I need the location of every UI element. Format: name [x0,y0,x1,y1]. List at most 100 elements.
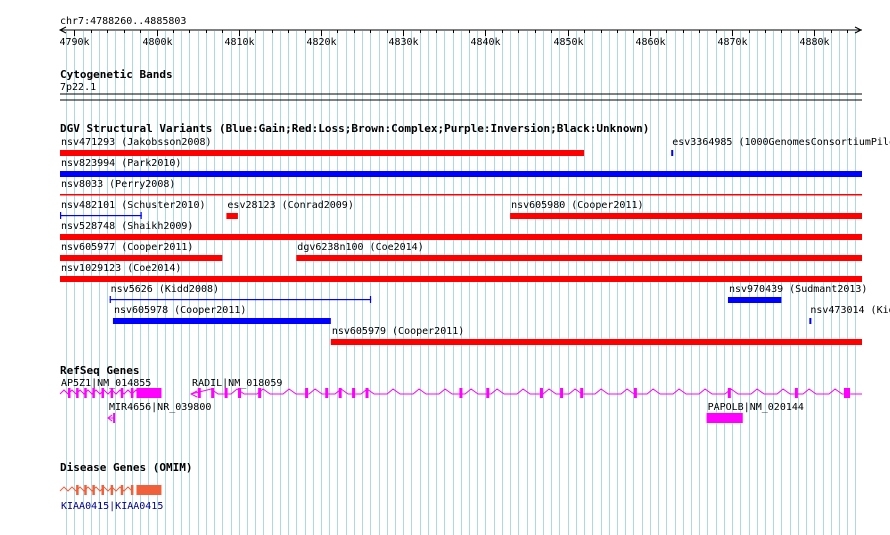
ruler-tick-label: 4800k [142,37,172,48]
dgv-feature-line [60,215,142,217]
dgv-feature-label: nsv8033 (Perry2008) [61,179,175,190]
omim-exon [136,485,162,495]
refseq-exon [211,388,215,398]
dgv-feature-tick [809,318,812,324]
coordinate-ruler: chr7:4788260..4885803 4790k 4800k 4810k 482… [58,16,863,48]
dgv-feature-label: nsv605979 (Cooper2011) [332,326,464,337]
omim-exon [120,485,124,495]
ruler-tick-label: 4850k [553,37,583,48]
dgv-feature-bar [510,213,862,219]
dgv-feature-label: esv3364985 (1000GenomesConsortiumPilot) [672,137,890,148]
omim-genes: KIAA0415|KIAA0415 [59,485,163,512]
dgv-feature-bar [60,150,585,156]
refseq-exon [794,388,798,398]
dgv-feature-bar [226,213,238,219]
dgv-feature-end-tick [109,296,111,303]
refseq-gene-label: PAPOLB|NM_020144 [708,402,804,413]
refseq-exon [238,388,242,398]
omim-exon [92,485,95,495]
omim-exon [76,485,79,495]
refseq-exon [844,388,850,398]
refseq-exon [110,388,114,398]
ruler-tick-label: 4870k [717,37,747,48]
omim-exon [110,485,114,495]
ruler-tick-label: 4880k [799,37,829,48]
refseq-exon [258,388,262,398]
refseq-exon [136,388,162,398]
refseq-exon [560,388,564,398]
omim-exon [130,485,134,495]
dgv-feature-tick [671,150,674,156]
strand-arrow-icon [189,390,198,398]
refseq-exon [113,413,116,423]
dgv-feature-bar [60,255,223,261]
refseq-exon [76,388,79,398]
ruler-tick-label: 4840k [470,37,500,48]
refseq-gene-label: RADIL|NM_018059 [192,378,282,389]
position-label: chr7:4788260..4885803 [60,16,186,27]
dgv-feature-line [60,194,862,196]
dgv-feature-end-tick [369,296,372,303]
dgv-feature-line [109,299,372,301]
omim-exon [84,485,87,495]
dgv-feature-label: nsv528748 (Shaikh2009) [61,221,193,232]
refseq-exon [197,388,201,398]
refseq-exon [352,388,356,398]
refseq-exon [727,388,731,398]
refseq-exon [120,388,124,398]
cytoband-label: 7p22.1 [60,82,96,93]
dgv-feature-end-tick [140,212,142,219]
dgv-feature-bar [60,276,862,282]
ruler-tick-label: 4790k [59,37,89,48]
ruler-tick-label: 4830k [388,37,418,48]
refseq-exon [305,388,309,398]
dgv-feature-bar [60,171,862,177]
refseq-exon [459,388,463,398]
omim-track[interactable]: Disease Genes (OMIM) KIAA0415|KIAA0415 [59,461,192,512]
dgv-feature-label: nsv482101 (Schuster2010) [61,200,206,211]
dgv-feature-end-tick [60,212,62,219]
refseq-exon [539,388,543,398]
refseq-exon [706,413,743,423]
refseq-exon [84,388,87,398]
dgv-feature-label: dgv6238n100 (Coe2014) [297,242,423,253]
refseq-exon [580,388,584,398]
dgv-feature-label: nsv605980 (Cooper2011) [511,200,643,211]
dgv-feature-label: nsv605977 (Cooper2011) [61,242,193,253]
dgv-feature-label: nsv1029123 (Coe2014) [61,263,181,274]
refseq-intron-line [190,388,862,395]
dgv-feature-bar [330,339,863,345]
dgv-feature-label: nsv5626 (Kidd2008) [111,284,219,295]
dgv-feature-label: esv28123 (Conrad2009) [227,200,353,211]
ruler-tick-label: 4820k [306,37,336,48]
refseq-gene-label: AP5Z1|NM_014855 [61,378,151,389]
refseq-exon [325,388,329,398]
refseq-exon [365,388,369,398]
refseq-gene-label: MIR4656|NR_039800 [109,402,211,413]
dgv-feature-bar [296,255,862,261]
omim-track-title: Disease Genes (OMIM) [60,461,192,474]
dgv-feature-bar [60,234,862,240]
refseq-exon [338,388,342,398]
dgv-feature-label: nsv471293 (Jakobsson2008) [61,137,212,148]
dgv-feature-label: nsv605978 (Cooper2011) [114,305,246,316]
genome-browser-view: chr7:4788260..4885803 4790k 4800k 4810k 482… [0,0,890,535]
dgv-feature-label: nsv473014 (Kidd2010) [810,305,890,316]
refseq-exon [633,388,637,398]
refseq-exon [486,388,490,398]
dgv-feature-bar [112,318,331,324]
dgv-feature-bar [727,297,782,303]
dgv-feature-label: nsv823994 (Park2010) [61,158,181,169]
refseq-track-title: RefSeq Genes [60,364,139,377]
refseq-exon [92,388,95,398]
refseq-exon [68,388,71,398]
cytoband-track-title: Cytogenetic Bands [60,68,173,81]
genome-browser-canvas: chr7:4788260..4885803 4790k 4800k 4810k 482… [58,16,890,535]
ruler-tick-label: 4860k [635,37,665,48]
dgv-track-title: DGV Structural Variants (Blue:Gain;Red:L… [60,122,649,135]
dgv-feature-label: nsv970439 (Sudmant2013) [729,284,867,295]
ruler-tick-label: 4810k [224,37,254,48]
omim-gene-label: KIAA0415|KIAA0415 [61,501,163,512]
refseq-exon [101,388,104,398]
refseq-exon [224,388,228,398]
